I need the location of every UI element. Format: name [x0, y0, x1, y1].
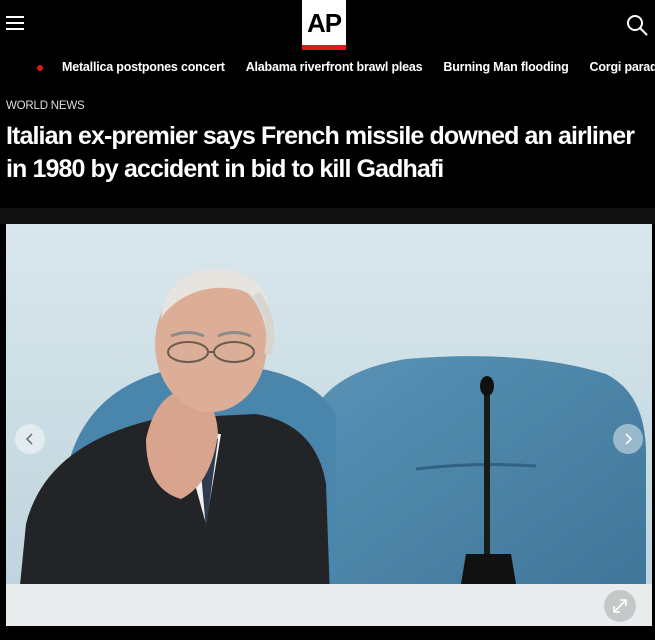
- logo-red-bar: [302, 45, 346, 50]
- gallery-next-button[interactable]: [613, 424, 643, 454]
- trending-bar: Metallica postpones concert Alabama rive…: [0, 56, 655, 80]
- gallery-prev-button[interactable]: [15, 424, 45, 454]
- trending-dot-icon: [37, 65, 43, 71]
- expand-icon: [613, 599, 627, 613]
- logo-text: AP: [306, 8, 342, 38]
- trending-link[interactable]: Alabama riverfront brawl pleas: [246, 60, 423, 74]
- photo-illustration: [6, 224, 652, 626]
- trending-link[interactable]: Burning Man flooding: [443, 60, 568, 74]
- chevron-left-icon: [25, 433, 33, 445]
- trending-link[interactable]: Metallica postpones concert: [62, 60, 225, 74]
- trending-list: Metallica postpones concert Alabama rive…: [62, 60, 655, 74]
- media-top-strip: [0, 208, 655, 224]
- trending-link[interactable]: Corgi parade: [590, 60, 655, 74]
- search-icon[interactable]: [626, 14, 648, 36]
- expand-photo-button[interactable]: [604, 590, 636, 622]
- top-navigation-bar: AP: [0, 0, 655, 52]
- chevron-right-icon: [625, 433, 633, 445]
- lead-photo: [6, 224, 652, 626]
- section-link[interactable]: WORLD NEWS: [6, 100, 85, 112]
- ap-logo[interactable]: AP: [302, 0, 346, 50]
- hamburger-menu-icon[interactable]: [6, 16, 24, 32]
- article-headline: Italian ex-premier says French missile d…: [6, 122, 635, 183]
